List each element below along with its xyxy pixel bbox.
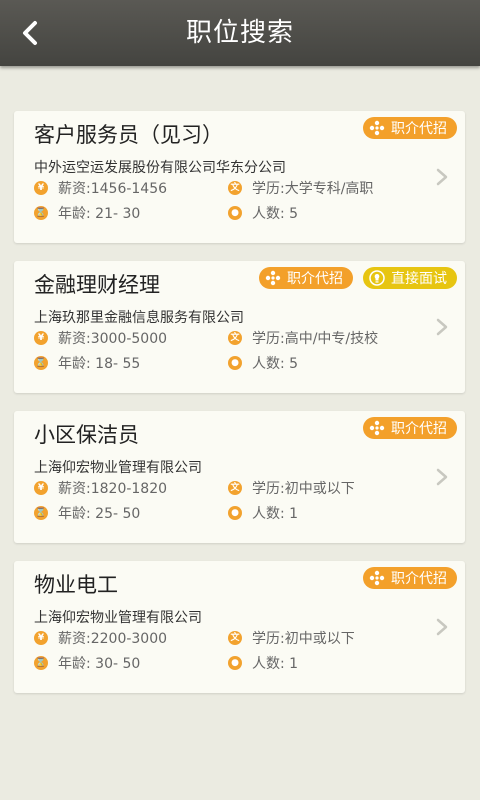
yen-icon: ¥ bbox=[34, 631, 48, 645]
age-row: ⌛ 年龄: 30- 50 bbox=[34, 653, 140, 673]
company-name: 中外运空运发展股份有限公司华东分公司 bbox=[34, 160, 286, 176]
agency-tag: 职介代招 bbox=[363, 117, 457, 139]
document-icon: 文 bbox=[228, 181, 242, 195]
salary-text: 薪资:2200-3000 bbox=[58, 631, 168, 647]
hourglass-icon: ⌛ bbox=[34, 206, 48, 220]
salary-row: ¥ 薪资:1456-1456 bbox=[34, 178, 167, 198]
age-row: ⌛ 年龄: 21- 30 bbox=[34, 203, 140, 223]
age-text: 年龄: 21- 30 bbox=[58, 206, 141, 222]
document-icon: 文 bbox=[228, 631, 242, 645]
headcount-row: ● 人数: 1 bbox=[228, 653, 298, 673]
agency-tag: 职介代招 bbox=[259, 267, 353, 289]
tag-label: 职介代招 bbox=[391, 421, 447, 437]
education-row: 文 学历:初中或以下 bbox=[228, 628, 355, 648]
salary-row: ¥ 薪资:1820-1820 bbox=[34, 478, 167, 498]
headcount-text: 人数: 5 bbox=[252, 206, 299, 222]
chevron-right-icon bbox=[436, 618, 448, 636]
salary-row: ¥ 薪资:2200-3000 bbox=[34, 628, 167, 648]
age-row: ⌛ 年龄: 18- 55 bbox=[34, 353, 140, 373]
tag-label: 职介代招 bbox=[287, 271, 343, 287]
page-title: 职位搜索 bbox=[185, 18, 294, 48]
hourglass-icon: ⌛ bbox=[34, 356, 48, 370]
tag-label: 职介代招 bbox=[391, 121, 447, 137]
yen-icon: ¥ bbox=[34, 481, 48, 495]
education-row: 文 学历:大学专科/高职 bbox=[228, 178, 373, 198]
chevron-right-icon bbox=[436, 468, 448, 486]
age-text: 年龄: 25- 50 bbox=[58, 506, 141, 522]
chevron-right-icon bbox=[436, 318, 448, 336]
document-icon: 文 bbox=[228, 331, 242, 345]
salary-text: 薪资:1820-1820 bbox=[58, 481, 168, 497]
person-icon: ● bbox=[228, 206, 242, 220]
job-tags: 职介代招 bbox=[363, 417, 457, 439]
education-text: 学历:初中或以下 bbox=[252, 631, 355, 647]
age-text: 年龄: 18- 55 bbox=[58, 356, 141, 372]
tag-label: 直接面试 bbox=[391, 271, 447, 287]
company-name: 上海玖那里金融信息服务有限公司 bbox=[34, 310, 244, 326]
asterisk-icon bbox=[369, 570, 385, 586]
age-row: ⌛ 年龄: 25- 50 bbox=[34, 503, 140, 523]
salary-text: 薪资:3000-5000 bbox=[58, 331, 168, 347]
job-tags: 职介代招 bbox=[363, 567, 457, 589]
agency-tag: 职介代招 bbox=[363, 567, 457, 589]
job-card[interactable]: 客户服务员（见习） 职介代招 中外运空运发展股份有限公司华东分公司 ¥ 薪资:1… bbox=[14, 111, 465, 243]
asterisk-icon bbox=[265, 270, 281, 286]
headcount-text: 人数: 1 bbox=[252, 656, 299, 672]
chevron-right-icon bbox=[436, 168, 448, 186]
job-title: 物业电工 bbox=[34, 573, 118, 597]
education-text: 学历:高中/中专/技校 bbox=[252, 331, 379, 347]
headcount-row: ● 人数: 1 bbox=[228, 503, 298, 523]
job-card[interactable]: 物业电工 职介代招 上海仰宏物业管理有限公司 ¥ 薪资:2200-3000 文 … bbox=[14, 561, 465, 693]
education-text: 学历:初中或以下 bbox=[252, 481, 355, 497]
job-title: 小区保洁员 bbox=[34, 423, 139, 447]
education-text: 学历:大学专科/高职 bbox=[252, 181, 374, 197]
person-icon: ● bbox=[228, 656, 242, 670]
person-icon: ● bbox=[228, 356, 242, 370]
headcount-text: 人数: 5 bbox=[252, 356, 299, 372]
headcount-row: ● 人数: 5 bbox=[228, 203, 298, 223]
headcount-row: ● 人数: 5 bbox=[228, 353, 298, 373]
bulb-icon bbox=[369, 270, 385, 286]
job-card[interactable]: 小区保洁员 职介代招 上海仰宏物业管理有限公司 ¥ 薪资:1820-1820 文… bbox=[14, 411, 465, 543]
company-name: 上海仰宏物业管理有限公司 bbox=[34, 610, 202, 626]
title-bar: 职位搜索 bbox=[0, 0, 480, 66]
hourglass-icon: ⌛ bbox=[34, 506, 48, 520]
job-tags: 职介代招 直接面试 bbox=[259, 267, 457, 289]
job-tags: 职介代招 bbox=[363, 117, 457, 139]
education-row: 文 学历:初中或以下 bbox=[228, 478, 355, 498]
job-card[interactable]: 金融理财经理 职介代招 直接面试 上海玖那里金融信息服务有限公司 ¥ 薪资:30… bbox=[14, 261, 465, 393]
person-icon: ● bbox=[228, 506, 242, 520]
agency-tag: 职介代招 bbox=[363, 417, 457, 439]
education-row: 文 学历:高中/中专/技校 bbox=[228, 328, 378, 348]
tag-label: 职介代招 bbox=[391, 571, 447, 587]
job-title: 金融理财经理 bbox=[34, 273, 160, 297]
age-text: 年龄: 30- 50 bbox=[58, 656, 141, 672]
document-icon: 文 bbox=[228, 481, 242, 495]
asterisk-icon bbox=[369, 120, 385, 136]
yen-icon: ¥ bbox=[34, 331, 48, 345]
salary-row: ¥ 薪资:3000-5000 bbox=[34, 328, 167, 348]
headcount-text: 人数: 1 bbox=[252, 506, 299, 522]
interview-tag: 直接面试 bbox=[363, 267, 457, 289]
hourglass-icon: ⌛ bbox=[34, 656, 48, 670]
asterisk-icon bbox=[369, 420, 385, 436]
job-title: 客户服务员（见习） bbox=[34, 123, 223, 147]
company-name: 上海仰宏物业管理有限公司 bbox=[34, 460, 202, 476]
salary-text: 薪资:1456-1456 bbox=[58, 181, 168, 197]
yen-icon: ¥ bbox=[34, 181, 48, 195]
